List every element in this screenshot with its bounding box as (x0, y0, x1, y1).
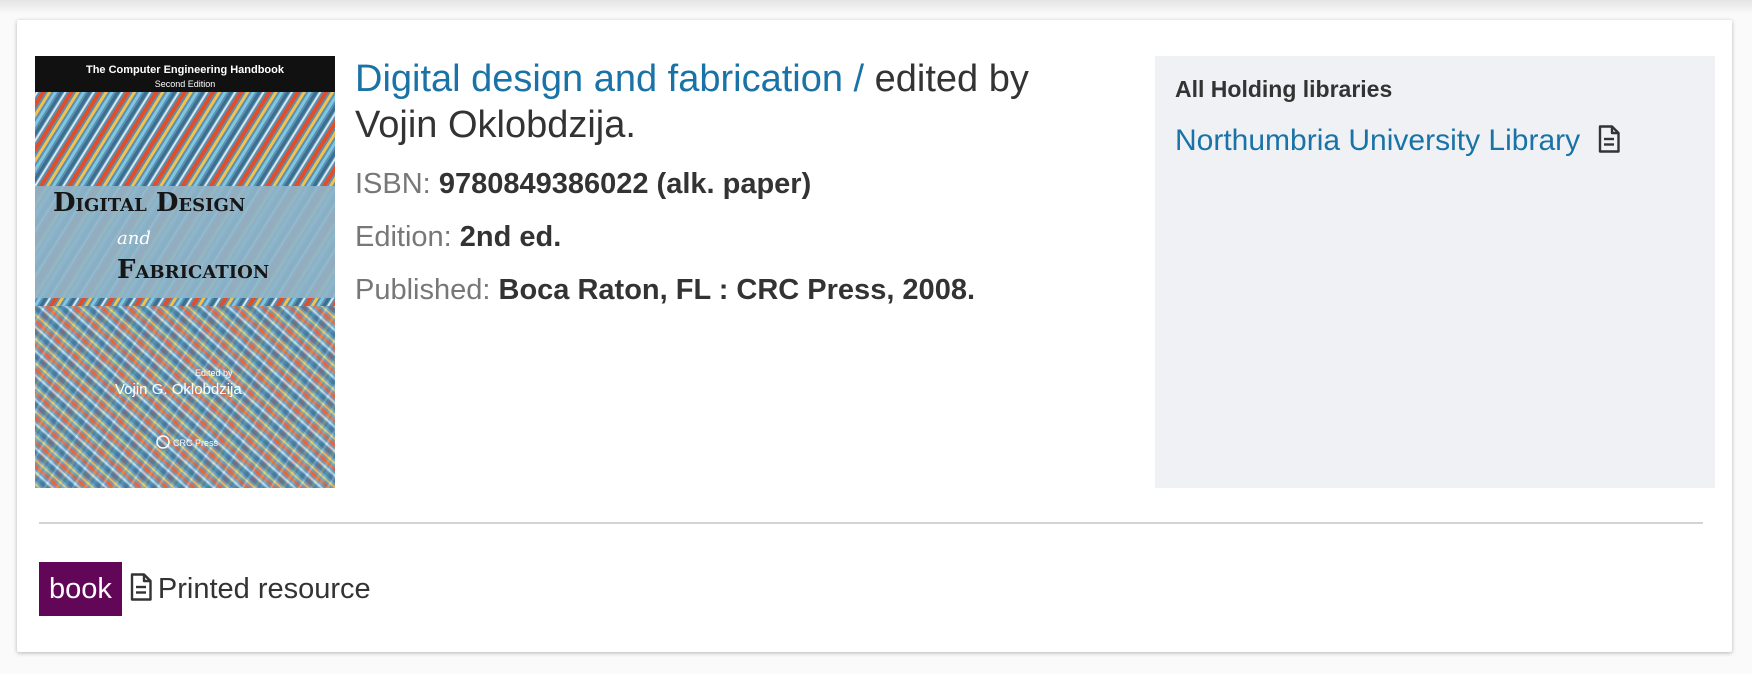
book-cover-image[interactable]: The Computer Engineering Handbook Second… (35, 56, 335, 488)
previous-card-shadow (0, 0, 1752, 14)
edition-label: Edition: (355, 221, 452, 253)
resource-type-label: Printed resource (157, 572, 371, 605)
cover-edited-by: Edited by (195, 368, 233, 378)
published-value: Boca Raton, FL : CRC Press, 2008. (498, 274, 976, 306)
record-details: Digital design and fabrication / edited … (355, 56, 1095, 307)
cover-edition-text: Second Edition (155, 79, 216, 89)
page: The Computer Engineering Handbook Second… (0, 0, 1752, 674)
holdings-library-item: Northumbria University Library (1175, 124, 1620, 158)
card-divider (39, 522, 1703, 524)
isbn-field: ISBN: 9780849386022 (alk. paper) (355, 167, 1095, 201)
edition-field: Edition: 2nd ed. (355, 220, 1095, 254)
cover-publisher-logo: CRC Press (173, 438, 219, 448)
format-row: book Printed resource (39, 562, 371, 616)
document-icon (130, 572, 152, 606)
cover-editor: Vojin G. Oklobdzija (115, 381, 242, 398)
library-link-northumbria[interactable]: Northumbria University Library (1175, 124, 1580, 158)
cover-art: The Computer Engineering Handbook Second… (35, 56, 335, 488)
cover-title-and: and (117, 228, 151, 249)
record-title-link[interactable]: Digital design and fabrication / (355, 58, 864, 100)
published-field: Published: Boca Raton, FL : CRC Press, 2… (355, 273, 1095, 307)
isbn-label: ISBN: (355, 168, 431, 200)
cover-title-line1: Digital Design (53, 188, 245, 218)
edition-value: 2nd ed. (459, 221, 562, 253)
record-title-line: Digital design and fabrication / edited … (355, 56, 1095, 148)
isbn-value: 9780849386022 (alk. paper) (438, 168, 812, 200)
search-result-card: The Computer Engineering Handbook Second… (17, 20, 1732, 652)
cover-series-text: The Computer Engineering Handbook (86, 64, 285, 76)
published-label: Published: (355, 274, 491, 306)
holdings-panel: All Holding libraries Northumbria Univer… (1155, 56, 1715, 488)
format-badge: book (39, 562, 122, 616)
document-icon[interactable] (1598, 124, 1620, 158)
cover-title-line2: Fabrication (117, 255, 269, 285)
holdings-heading: All Holding libraries (1175, 76, 1393, 102)
